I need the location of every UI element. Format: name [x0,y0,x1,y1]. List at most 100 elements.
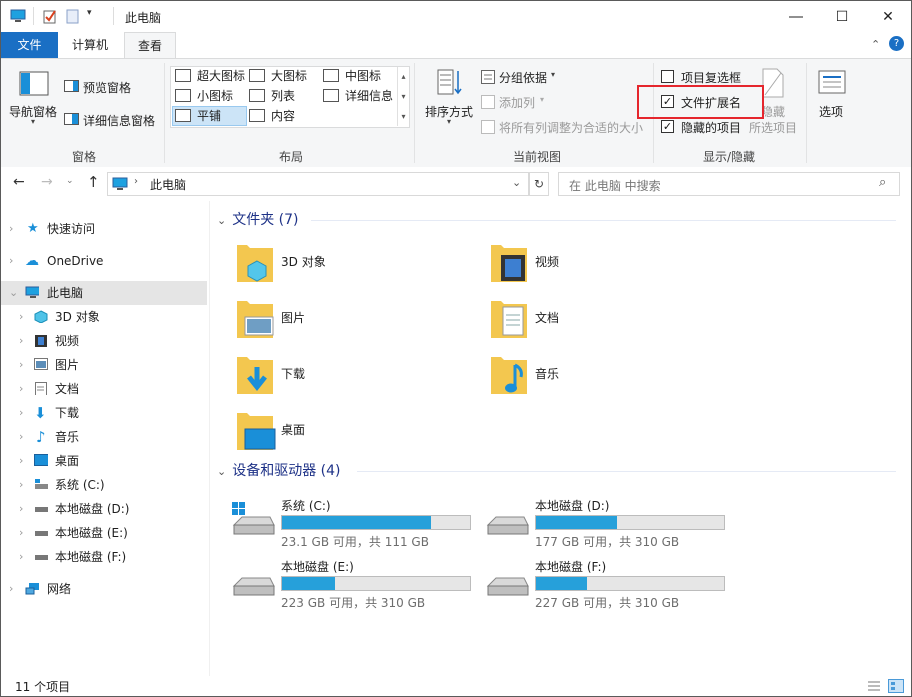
nav-item-drive-d[interactable]: › 本地磁盘 (D:) [1,497,207,521]
chevron-down-icon[interactable]: ▾ [551,70,555,79]
drive-e[interactable]: 本地磁盘 (E:) 223 GB 可用，共 310 GB [231,560,485,614]
layout-list[interactable]: 列表 [249,87,295,105]
layout-details[interactable]: 详细信息 [323,87,393,105]
chevron-right-icon[interactable]: › [19,545,23,569]
address-dropdown-icon[interactable]: ⌄ [512,176,521,189]
folders-group-header[interactable]: ⌄ 文件夹 (7) [217,209,299,231]
chevron-right-icon[interactable]: › [19,401,23,425]
nav-item-drive-e[interactable]: › 本地磁盘 (E:) [1,521,207,545]
computer-icon [10,9,26,22]
layout-medium-icons[interactable]: 中图标 [323,67,381,85]
tab-view[interactable]: 查看 [124,32,176,59]
maximize-button[interactable]: ☐ [819,1,865,32]
search-icon[interactable]: ⌕ [879,175,886,190]
item-checkboxes-checkbox[interactable] [661,70,674,83]
properties-icon[interactable] [43,9,57,24]
folder-music[interactable]: 音乐 [489,353,743,407]
nav-item-videos[interactable]: › 视频 [1,329,207,353]
chevron-down-icon[interactable]: ⌄ [9,281,18,305]
nav-item-downloads[interactable]: › ⬇ 下载 [1,401,207,425]
chevron-right-icon[interactable]: › [19,449,23,473]
size-all-columns-button[interactable]: 将所有列调整为合适的大小 [499,119,643,136]
chevron-right-icon[interactable]: › [19,425,23,449]
tab-computer[interactable]: 计算机 [61,32,119,58]
chevron-down-icon[interactable]: ▾ [540,95,544,104]
minimize-button[interactable]: ― [773,1,819,32]
layout-tiles[interactable]: 平铺 [175,107,221,125]
layout-extra-large-icons[interactable]: 超大图标 [175,67,245,85]
details-view-icon[interactable] [867,680,881,692]
add-column-button[interactable]: 添加列 [499,94,535,111]
computer-icon [25,286,39,298]
chevron-right-icon[interactable]: › [19,497,23,521]
chevron-right-icon[interactable]: › [19,521,23,545]
nav-item-drive-f[interactable]: › 本地磁盘 (F:) [1,545,207,569]
tiles-view-icon[interactable] [888,679,904,693]
options-button[interactable]: 选项 [819,103,843,120]
nav-item-this-pc[interactable]: ⌄ 此电脑 [1,281,207,305]
breadcrumb[interactable]: 此电脑 [150,176,186,193]
chevron-right-icon[interactable]: › [9,577,13,601]
drive-usage-fill [536,577,587,590]
nav-item-music[interactable]: › ♪ 音乐 [1,425,207,449]
hide-selected-button[interactable]: 隐藏 [761,103,785,120]
chevron-right-icon[interactable]: › [9,217,13,241]
folder-videos[interactable]: 视频 [489,241,743,295]
highlight-box [637,85,764,119]
chevron-down-icon[interactable]: ▾ [31,117,35,126]
drive-d[interactable]: 本地磁盘 (D:) 177 GB 可用，共 310 GB [485,499,739,553]
folder-pictures[interactable]: 图片 [235,297,489,351]
drive-usage-fill [536,516,617,529]
details-pane-button[interactable]: 详细信息窗格 [83,112,155,129]
nav-item-quick-access[interactable]: › ★ 快速访问 [1,217,207,241]
folder-desktop[interactable]: 桌面 [235,409,489,463]
chevron-down-icon[interactable]: ▾ [447,117,451,126]
nav-item-desktop[interactable]: › 桌面 [1,449,207,473]
drive-c[interactable]: 系统 (C:) 23.1 GB 可用，共 111 GB [231,499,485,553]
up-arrow-icon[interactable]: ↑ [87,173,100,191]
close-button[interactable]: ✕ [865,1,911,32]
nav-item-network[interactable]: › 网络 [1,577,207,601]
nav-item-pictures[interactable]: › 图片 [1,353,207,377]
layout-large-icons[interactable]: 大图标 [249,67,307,85]
search-input[interactable]: 在 此电脑 中搜索 ⌕ [558,172,900,196]
chevron-right-icon[interactable]: › [9,249,13,273]
drive-icon [486,577,529,596]
nav-item-3d-objects[interactable]: › 3D 对象 [1,305,207,329]
current-view-group-label: 当前视图 [512,150,561,164]
tab-file[interactable]: 文件 [1,32,58,58]
nav-item-onedrive[interactable]: › ☁ OneDrive [1,249,207,273]
group-by-button[interactable]: 分组依据 [499,69,547,86]
folder-3d-objects[interactable]: 3D 对象 [235,241,489,295]
chevron-right-icon[interactable]: › [19,473,23,497]
quick-access-toolbar-dropdown-icon[interactable]: ▾ [87,8,92,18]
drive-f[interactable]: 本地磁盘 (F:) 227 GB 可用，共 310 GB [485,560,739,614]
breadcrumb-chevron-icon[interactable]: › [134,176,138,187]
drive-label: 本地磁盘 (D:) [535,499,610,513]
folder-documents[interactable]: 文档 [489,297,743,351]
chevron-right-icon[interactable]: › [19,329,23,353]
ribbon-divider [164,63,165,163]
chevron-right-icon[interactable]: › [19,377,23,401]
layout-small-icons[interactable]: 小图标 [175,87,233,105]
minimize-ribbon-icon[interactable]: ⌃ [871,38,880,51]
forward-arrow-icon[interactable]: → [41,174,53,190]
drives-group-header[interactable]: ⌄ 设备和驱动器 (4) [217,460,341,482]
recent-locations-icon[interactable]: ⌄ [66,176,74,186]
refresh-icon[interactable]: ↻ [529,172,549,196]
help-icon[interactable]: ? [889,36,904,51]
back-arrow-icon[interactable]: ← [13,174,25,190]
content-area: ⌄ 文件夹 (7) 3D 对象 视频 图片 文档 下载 音乐 桌面 ⌄ 设备和驱… [211,201,911,676]
nav-item-documents[interactable]: › 文档 [1,377,207,401]
layout-content[interactable]: 内容 [249,107,295,125]
new-folder-icon[interactable] [66,9,79,24]
preview-pane-button[interactable]: 预览窗格 [83,79,131,96]
film-icon [35,335,47,347]
folder-downloads[interactable]: 下载 [235,353,489,407]
address-bar[interactable]: › 此电脑 ⌄ [107,172,529,196]
chevron-right-icon[interactable]: › [19,305,23,329]
hidden-items-checkbox[interactable]: ✓ [661,120,674,133]
gallery-scroll[interactable]: ▴ ▾ ▾ [397,67,409,126]
chevron-right-icon[interactable]: › [19,353,23,377]
nav-item-drive-c[interactable]: › 系统 (C:) [1,473,207,497]
